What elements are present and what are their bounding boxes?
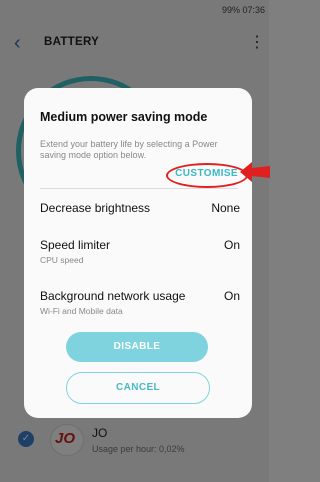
- disable-button[interactable]: DISABLE: [66, 332, 208, 362]
- option-sublabel: CPU speed: [40, 255, 84, 265]
- cancel-button[interactable]: CANCEL: [66, 372, 210, 404]
- option-sublabel: Wi-Fi and Mobile data: [40, 306, 123, 316]
- dialog-title: Medium power saving mode: [40, 110, 208, 124]
- option-speed-limiter[interactable]: Speed limiter CPU speed On: [40, 238, 240, 268]
- option-value: None: [211, 201, 240, 215]
- option-background-network[interactable]: Background network usage Wi-Fi and Mobil…: [40, 289, 240, 319]
- red-arrow-icon: [240, 162, 270, 182]
- highlight-circle: [166, 163, 248, 188]
- option-value: On: [223, 238, 240, 252]
- dialog-description: Extend your battery life by selecting a …: [40, 139, 218, 160]
- option-value: On: [223, 289, 240, 303]
- power-saving-dialog: Medium power saving mode Extend your bat…: [24, 88, 252, 418]
- option-label: Decrease brightness: [40, 201, 151, 215]
- option-label: Background network usage: [40, 289, 186, 303]
- option-decrease-brightness[interactable]: Decrease brightness None: [40, 201, 240, 221]
- divider: [40, 188, 238, 189]
- option-label: Speed limiter: [40, 238, 111, 252]
